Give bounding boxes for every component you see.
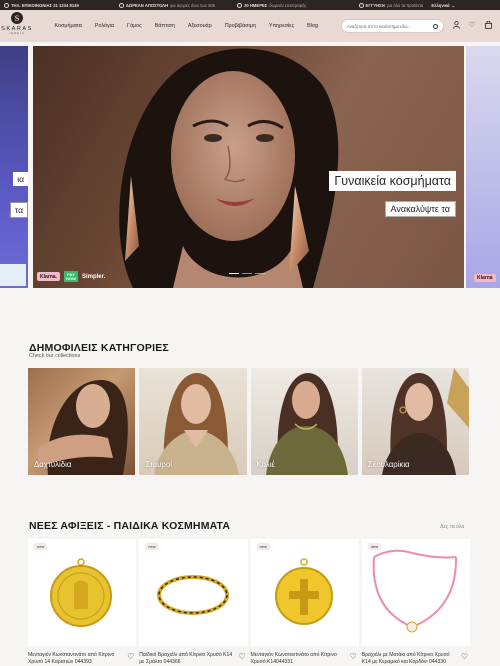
- shipping-info: ΔΩΡΕΑΝ ΑΠΟΣΤΟΛΗ για αγορές άνω των 30€: [118, 2, 216, 8]
- main-nav: Κοσμήματα Ρολόγια Γάμος Βάπτιση Αξεσουάρ…: [48, 10, 324, 42]
- category-rings-image: [38, 379, 128, 475]
- truck-icon: [118, 2, 124, 8]
- chevron-down-icon: ⌄: [451, 2, 456, 8]
- next-slide-klarna: Klarna: [474, 274, 496, 282]
- logo-sub: JEWELS: [9, 32, 25, 35]
- hero-model-image: [119, 48, 339, 288]
- language-label: Ελληνικά: [431, 2, 450, 8]
- nav-item-promotions[interactable]: Προβιβάσιμη: [218, 23, 262, 29]
- logo-mark-icon: S: [11, 12, 23, 24]
- shield-icon: [358, 2, 364, 8]
- product-image: new: [28, 539, 137, 646]
- hero-next-slide[interactable]: Klarna: [466, 46, 500, 288]
- warranty-info: ΕΓΓΥΗΣΗ για όλα τα προϊόντα: [358, 2, 424, 8]
- carousel-dots: [229, 272, 265, 274]
- category-crosses-image: [154, 373, 240, 475]
- cart-icon[interactable]: [484, 21, 492, 29]
- product-name[interactable]: Παιδικό Βραχιόλι από Κίτρινο Χρυσό Κ14 μ…: [139, 652, 247, 666]
- categories-subtitle: Check our collections: [29, 353, 81, 359]
- carousel-dot[interactable]: [242, 272, 252, 274]
- shipping-sub: για αγορές άνω των 30€: [170, 2, 216, 8]
- nav-item-services[interactable]: Υπηρεσίες: [262, 23, 300, 29]
- prev-slide-cta: τα: [9, 202, 28, 218]
- klarna-badge: Klarna.: [37, 272, 60, 281]
- gold-medallion-image: [50, 558, 112, 627]
- search-placeholder: Αναζήτησε ότι το κατάστημα εδώ...: [347, 23, 412, 29]
- nav-item-wedding[interactable]: Γάμος: [120, 23, 148, 29]
- product-card[interactable]: new Μενταγιόν Κωνσταντινάτο από Κίτρινο …: [250, 539, 359, 666]
- account-icon[interactable]: [452, 21, 460, 29]
- gold-pendant-image: [274, 558, 333, 625]
- nav-item-watches[interactable]: Ρολόγια: [88, 23, 120, 29]
- pay-now-badge: PAY NOW: [63, 271, 78, 282]
- hero-prev-slide[interactable]: ια τα: [0, 46, 28, 288]
- gold-bangle-image: [157, 575, 230, 615]
- simpler-badge: Simpler.: [81, 273, 106, 280]
- wishlist-heart-icon[interactable]: ♡: [461, 652, 468, 661]
- phone-info[interactable]: ΤΗΛ. ΕΠΙΚΟΙΝΩΝΙΑΣ 21 1234 8139: [4, 2, 79, 8]
- product-name[interactable]: Βραχιόλι με Ματάκι από Κίτρινο Χρυσό Κ14…: [362, 652, 470, 666]
- product-image: new: [361, 539, 470, 646]
- heart-icon[interactable]: ♡: [468, 21, 476, 29]
- returns-sub: δωρεάν επιστροφής: [269, 2, 307, 8]
- product-card[interactable]: new Παιδικό Βραχιόλι από Κίτρινο Χρυσό Κ…: [139, 539, 248, 666]
- category-label: Σκουλαρίκια: [367, 460, 410, 469]
- wishlist-heart-icon[interactable]: ♡: [238, 652, 245, 661]
- pink-cord-bracelet-image: [372, 549, 457, 633]
- search-icon[interactable]: [433, 23, 438, 29]
- hero-title: Γυναικεία κοσμήματα: [329, 171, 456, 191]
- product-grid: new Μενταγιόν Κωνσταντινάτο από Κίτρινο …: [28, 539, 470, 666]
- nav-item-baptism[interactable]: Βάπτιση: [148, 23, 181, 29]
- category-necklaces-image: [265, 373, 348, 475]
- category-card-rings[interactable]: Δαχτυλίδια: [28, 368, 136, 475]
- prev-slide-image: [0, 264, 26, 286]
- search-input[interactable]: Αναζήτησε ότι το κατάστημα εδώ...: [341, 19, 444, 33]
- product-image: new: [250, 539, 359, 646]
- nav-item-jewelry[interactable]: Κοσμήματα: [48, 23, 88, 29]
- shipping-bold: ΔΩΡΕΑΝ ΑΠΟΣΤΟΛΗ: [125, 2, 169, 8]
- product-name[interactable]: Μενταγιόν Κωνσταντινάτο από Κίτρινο Χρυσ…: [28, 652, 136, 666]
- category-card-necklaces[interactable]: Κολιέ: [250, 368, 358, 475]
- product-card[interactable]: new Βραχιόλι με Ματάκι από Κίτρινο Χρυσό…: [361, 539, 470, 666]
- category-label: Δαχτυλίδια: [34, 460, 72, 469]
- new-arrivals-title: ΝΕΕΣ ΑΦΙΞΕΙΣ - ΠΑΙΔΙΚΑ ΚΟΣΜΗΜΑΤΑ: [29, 520, 231, 532]
- warranty-sub: για όλα τα προϊόντα: [386, 2, 424, 8]
- hero-banner[interactable]: Γυναικεία κοσμήματα Ανακαλύψτε τα Klarna…: [33, 46, 464, 288]
- returns-bold: 20 ΗΜΕΡΕΣ: [244, 2, 268, 8]
- nav-item-accessories[interactable]: Αξεσουάρ: [181, 23, 218, 29]
- return-icon: [237, 2, 243, 8]
- site-header: S SKARAS JEWELS Κοσμήματα Ρολόγια Γάμος …: [0, 10, 500, 42]
- prev-slide-title: ια: [13, 172, 28, 186]
- product-image: new: [139, 539, 248, 646]
- category-earrings-image: [381, 368, 469, 475]
- category-card-earrings[interactable]: Σκουλαρίκια: [361, 368, 469, 475]
- returns-info: 20 ΗΜΕΡΕΣ δωρεάν επιστροφής: [237, 2, 307, 8]
- wishlist-heart-icon[interactable]: ♡: [350, 652, 357, 661]
- nav-item-blog[interactable]: Blog: [301, 23, 325, 29]
- hero-cta-button[interactable]: Ανακαλύψτε τα: [384, 201, 456, 217]
- warranty-bold: ΕΓΓΥΗΣΗ: [365, 2, 385, 8]
- category-label: Κολιέ: [256, 460, 275, 469]
- phone-text: ΤΗΛ. ΕΠΙΚΟΙΝΩΝΙΑΣ 21 1234 8139: [11, 2, 79, 8]
- carousel-dot[interactable]: [255, 272, 265, 274]
- carousel-dot[interactable]: [229, 272, 239, 274]
- see-all-link[interactable]: Δες τα όλα: [440, 524, 464, 530]
- page: ΤΗΛ. ΕΠΙΚΟΙΝΩΝΙΑΣ 21 1234 8139 ΔΩΡΕΑΝ ΑΠ…: [0, 0, 500, 666]
- phone-icon: [4, 2, 9, 8]
- pay-now-bottom: NOW: [66, 275, 76, 281]
- top-info-bar: ΤΗΛ. ΕΠΙΚΟΙΝΩΝΙΑΣ 21 1234 8139 ΔΩΡΕΑΝ ΑΠ…: [0, 0, 500, 10]
- product-name[interactable]: Μενταγιόν Κωνσταντινάτο από Κίτρινο Χρυσ…: [251, 652, 359, 666]
- language-selector[interactable]: Ελληνικά ⌄: [431, 3, 455, 8]
- category-grid: Δαχτυλίδια Σταυροί Κολιέ Σκουλαρίκια: [28, 368, 469, 475]
- product-card[interactable]: new Μενταγιόν Κωνσταντινάτο από Κίτρινο …: [28, 539, 137, 666]
- wishlist-heart-icon[interactable]: ♡: [127, 652, 134, 661]
- category-label: Σταυροί: [145, 460, 172, 469]
- category-card-crosses[interactable]: Σταυροί: [139, 368, 247, 475]
- payment-badges: Klarna. PAY NOW Simpler.: [37, 271, 105, 282]
- header-icons: ♡: [452, 21, 492, 29]
- logo[interactable]: S SKARAS JEWELS: [1, 12, 31, 40]
